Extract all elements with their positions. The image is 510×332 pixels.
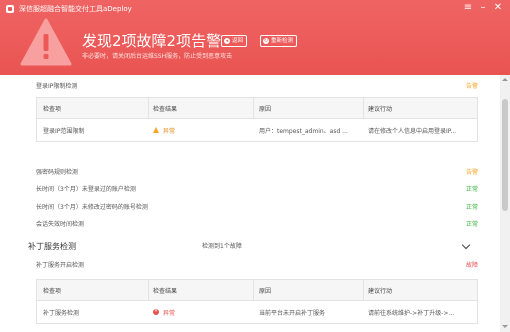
minimize-icon[interactable]: – bbox=[477, 2, 489, 14]
page-headline: 发现2项故障2项告警 bbox=[82, 32, 222, 50]
warning-icon bbox=[153, 127, 159, 133]
status-badge: 正常 bbox=[465, 204, 478, 211]
header-subtitle: 非必要时，请关闭后台运维SSH服务，防止受到恶意攻击 bbox=[82, 53, 233, 60]
results-panel: 登录IP限制检测 告警 检查项 检查结果 原因 建议行动 登录IP范围限制 异常… bbox=[0, 75, 498, 332]
login-limit-table: 检查项 检查结果 原因 建议行动 登录IP范围限制 异常 用户：tempest_… bbox=[36, 97, 478, 142]
column-divider bbox=[148, 280, 149, 300]
table-header: 检查项 检查结果 原因 建议行动 bbox=[37, 98, 477, 119]
table-header: 检查项 检查结果 原因 建议行动 bbox=[37, 280, 477, 301]
patch-service-table: 检查项 检查结果 原因 建议行动 补丁服务检测 ✕ 异常 当前平台未开启补丁服务… bbox=[36, 279, 478, 324]
cell-action: 请前往系统维护->补丁升级->... bbox=[368, 309, 455, 317]
cell-action: 请在修改个人信息中启用登录IP... bbox=[368, 127, 457, 135]
scroll-up-arrow-icon[interactable] bbox=[500, 77, 510, 83]
patch-section-header[interactable]: 补丁服务检测 检测到1个故障 bbox=[28, 240, 478, 254]
status-badge: 正常 bbox=[465, 186, 478, 193]
check-label: 长时间（3个月）未登录过的账户检测 bbox=[36, 186, 136, 193]
warning-triangle-icon bbox=[20, 18, 72, 66]
column-divider bbox=[253, 98, 254, 118]
status-badge: 告警 bbox=[465, 169, 478, 176]
check-row-password-age: 长时间（3个月）未修改过密码的账号检测 正常 bbox=[36, 203, 478, 213]
cell-reason: 用户：tempest_admin、asd ... bbox=[259, 127, 348, 135]
column-divider bbox=[148, 98, 149, 118]
column-header: 检查项 bbox=[43, 287, 62, 295]
app-title: 深信服超融合智能交付工具aDeploy bbox=[19, 5, 132, 13]
close-icon[interactable]: ✕ bbox=[492, 2, 504, 14]
check-label: 长时间（3个月）未修改过密码的账号检测 bbox=[36, 204, 148, 211]
status-badge: 告警 bbox=[465, 83, 478, 90]
column-divider bbox=[363, 280, 364, 300]
recheck-button[interactable]: ↻ 重新检测 bbox=[260, 35, 298, 47]
status-badge: 故障 bbox=[465, 262, 478, 269]
cell-item: 登录IP范围限制 bbox=[43, 127, 85, 135]
cell-item: 补丁服务检测 bbox=[43, 309, 80, 317]
app-logo-icon bbox=[6, 5, 14, 13]
check-label: 登录IP限制检测 bbox=[36, 83, 78, 90]
cell-result: 异常 bbox=[153, 119, 253, 141]
column-header: 原因 bbox=[259, 287, 272, 295]
column-header: 原因 bbox=[259, 105, 272, 113]
header-banner: 深信服超融合智能交付工具aDeploy ≡ – ✕ 发现2项故障2项告警 ◂ 返… bbox=[0, 0, 510, 75]
scrollbar-thumb[interactable] bbox=[502, 99, 508, 211]
vertical-scrollbar[interactable] bbox=[500, 75, 510, 332]
error-icon: ✕ bbox=[153, 309, 159, 315]
column-header: 建议行动 bbox=[368, 105, 393, 113]
table-row: 登录IP范围限制 异常 用户：tempest_admin、asd ... 请在修… bbox=[37, 119, 477, 141]
refresh-icon: ↻ bbox=[263, 38, 269, 44]
check-label: 强密码规则检测 bbox=[36, 169, 79, 176]
check-label: 补丁服务开启检测 bbox=[36, 262, 85, 269]
recheck-button-label: 重新检测 bbox=[271, 38, 294, 44]
column-divider bbox=[363, 98, 364, 118]
check-row-password-rule: 强密码规则检测 告警 bbox=[36, 168, 478, 178]
result-text: 异常 bbox=[163, 309, 176, 317]
column-header: 检查结果 bbox=[153, 105, 178, 113]
cell-result: ✕ 异常 bbox=[153, 301, 253, 323]
scroll-down-arrow-icon[interactable] bbox=[500, 324, 510, 330]
check-row-inactive-accounts: 长时间（3个月）未登录过的账户检测 正常 bbox=[36, 185, 478, 195]
section-count: 检测到1个故障 bbox=[202, 243, 242, 250]
table-row: 补丁服务检测 ✕ 异常 当前平台未开启补丁服务 请前往系统维护->补丁升级->.… bbox=[37, 301, 477, 323]
column-header: 检查结果 bbox=[153, 287, 178, 295]
arrow-back-icon: ◂ bbox=[224, 38, 230, 44]
check-label: 会话失效时间检测 bbox=[36, 221, 85, 228]
section-title: 补丁服务检测 bbox=[28, 242, 76, 251]
menu-icon[interactable]: ≡ bbox=[462, 2, 474, 14]
column-header: 检查项 bbox=[43, 105, 62, 113]
column-header: 建议行动 bbox=[368, 287, 393, 295]
check-row-patch-service: 补丁服务开启检测 故障 bbox=[36, 261, 478, 271]
cell-reason: 当前平台未开启补丁服务 bbox=[259, 309, 326, 317]
check-row-login-limit: 登录IP限制检测 告警 bbox=[36, 82, 478, 92]
status-badge: 正常 bbox=[465, 221, 478, 228]
chevron-down-icon[interactable] bbox=[462, 242, 470, 250]
result-text: 异常 bbox=[163, 127, 176, 135]
back-button[interactable]: ◂ 返回 bbox=[221, 35, 248, 47]
check-row-session-timeout: 会话失效时间检测 正常 bbox=[36, 220, 478, 230]
back-button-label: 返回 bbox=[232, 38, 244, 44]
column-divider bbox=[253, 280, 254, 300]
